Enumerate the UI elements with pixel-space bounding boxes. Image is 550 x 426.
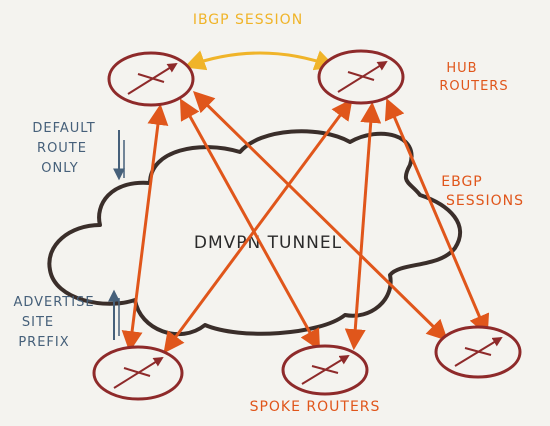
hub-router-2: [317, 49, 405, 105]
ebgp-label-line1: EBGP: [441, 174, 483, 190]
ebgp-hub1-spoke1: [121, 103, 169, 353]
default-label-line2: ROUTE: [37, 141, 87, 156]
hub-label-line2: ROUTERS: [439, 79, 508, 94]
ibgp-session-arrow: [184, 50, 336, 71]
ebgp-hub2-spoke2: [344, 101, 382, 351]
advertise-label-line3: PREFIX: [18, 335, 69, 350]
advertise-label-line2: SITE: [22, 315, 54, 330]
ebgp-label-line2: SESSIONS: [446, 193, 524, 209]
dmvpn-diagram: DMVPN TUNNEL IBGP SESSION HUB ROUTERS EB…: [13, 12, 524, 415]
hub-router-1: [107, 51, 195, 107]
ibgp-label: IBGP SESSION: [193, 12, 303, 28]
spoke-router-1: [92, 345, 184, 401]
advertise-label-line1: ADVERTISE: [13, 295, 94, 310]
hub-label-line1: HUB: [446, 61, 477, 76]
spoke-router-3: [434, 325, 522, 379]
spoke-label: SPOKE ROUTERS: [250, 399, 381, 415]
spoke-router-2: [281, 344, 369, 396]
default-label-line1: DEFAULT: [32, 121, 95, 136]
ebgp-hub1-spoke2: [179, 98, 321, 351]
default-label-line3: ONLY: [41, 161, 78, 176]
tunnel-label: DMVPN TUNNEL: [194, 233, 342, 253]
